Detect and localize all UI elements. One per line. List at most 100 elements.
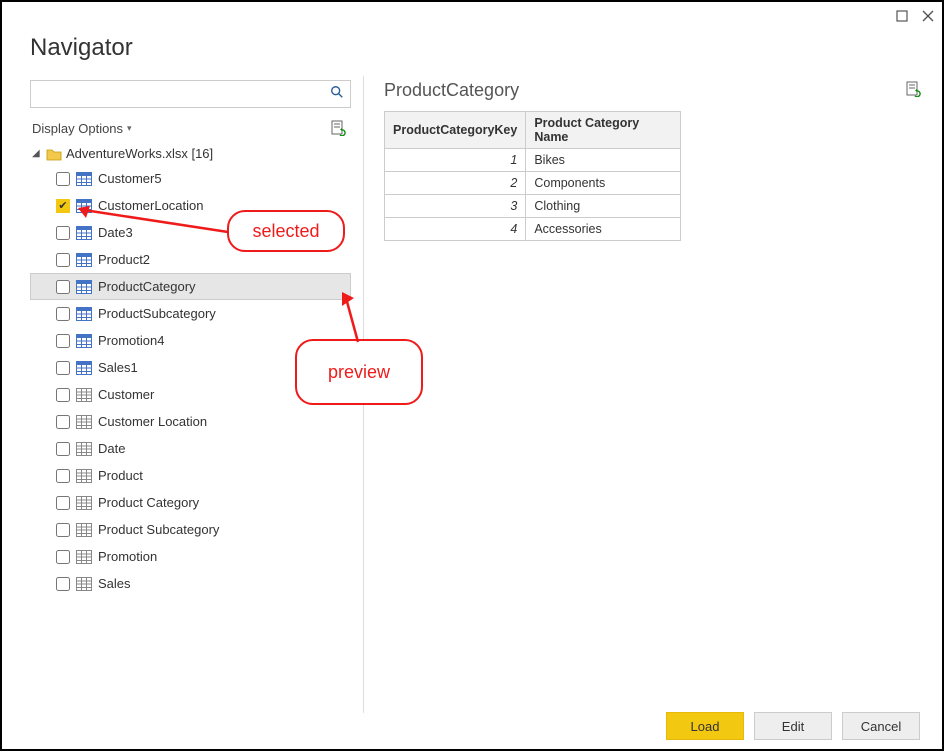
- tree-item-label: Date: [98, 441, 125, 456]
- tree-item-label: Product: [98, 468, 143, 483]
- table-icon: [76, 415, 92, 429]
- checkbox[interactable]: [56, 388, 70, 402]
- tree-item-label: Promotion: [98, 549, 157, 564]
- tree-item[interactable]: Customer5: [30, 165, 351, 192]
- table-icon: [76, 577, 92, 591]
- tree-item[interactable]: ProductCategory: [30, 273, 351, 300]
- tree-item-label: Date3: [98, 225, 133, 240]
- checkbox[interactable]: [56, 361, 70, 375]
- refresh-preview-icon[interactable]: [906, 81, 922, 100]
- tree-item-label: Product Category: [98, 495, 199, 510]
- checkbox[interactable]: [56, 523, 70, 537]
- checkbox[interactable]: [56, 226, 70, 240]
- table-icon: [76, 361, 92, 375]
- table-icon: [76, 226, 92, 240]
- column-header[interactable]: Product Category Name: [526, 112, 681, 149]
- refresh-preview-icon[interactable]: [331, 120, 347, 136]
- cell-key: 1: [385, 149, 526, 172]
- tree-item[interactable]: Product Subcategory: [30, 516, 351, 543]
- table-row[interactable]: 2Components: [385, 172, 681, 195]
- tree-item-label: CustomerLocation: [98, 198, 204, 213]
- tree-item-label: Promotion4: [98, 333, 164, 348]
- display-options-dropdown[interactable]: Display Options ▾: [32, 121, 132, 136]
- tree-item[interactable]: Promotion: [30, 543, 351, 570]
- checkbox[interactable]: [56, 415, 70, 429]
- preview-title: ProductCategory: [384, 80, 519, 101]
- tree-root-label: AdventureWorks.xlsx [16]: [66, 146, 213, 161]
- table-icon: [76, 469, 92, 483]
- main-area: Display Options ▾ ◢ AdventureWorks.xlsx …: [2, 76, 942, 713]
- tree-item-label: Product2: [98, 252, 150, 267]
- tree-item[interactable]: Customer: [30, 381, 351, 408]
- table-row[interactable]: 1Bikes: [385, 149, 681, 172]
- table-icon: [76, 280, 92, 294]
- tree-item-label: Sales: [98, 576, 131, 591]
- display-options-row: Display Options ▾: [30, 116, 351, 142]
- table-icon: [76, 388, 92, 402]
- table-icon: [76, 253, 92, 267]
- tree-root[interactable]: ◢ AdventureWorks.xlsx [16]: [30, 142, 351, 165]
- column-header[interactable]: ProductCategoryKey: [385, 112, 526, 149]
- tree-item-label: Customer Location: [98, 414, 207, 429]
- checkbox[interactable]: [56, 550, 70, 564]
- tree-item[interactable]: ✔ CustomerLocation: [30, 192, 351, 219]
- tree-item[interactable]: ProductSubcategory: [30, 300, 351, 327]
- maximize-button[interactable]: [894, 8, 910, 24]
- checkbox[interactable]: [56, 577, 70, 591]
- titlebar: [2, 2, 942, 30]
- search-icon[interactable]: [330, 85, 344, 103]
- checkbox[interactable]: [56, 496, 70, 510]
- checkbox[interactable]: [56, 172, 70, 186]
- table-row[interactable]: 3Clothing: [385, 195, 681, 218]
- folder-icon: [46, 147, 62, 161]
- cancel-button[interactable]: Cancel: [842, 712, 920, 740]
- tree: ◢ AdventureWorks.xlsx [16] Customer5 ✔ Cus…: [30, 142, 351, 597]
- checkbox[interactable]: [56, 280, 70, 294]
- tree-item-label: Customer5: [98, 171, 162, 186]
- tree-item[interactable]: Date: [30, 435, 351, 462]
- checkbox[interactable]: [56, 307, 70, 321]
- table-icon: [76, 199, 92, 213]
- table-icon: [76, 307, 92, 321]
- table-row[interactable]: 4Accessories: [385, 218, 681, 241]
- checkbox[interactable]: [56, 334, 70, 348]
- checkbox-checked[interactable]: ✔: [56, 199, 70, 213]
- tree-item[interactable]: Sales1: [30, 354, 351, 381]
- load-button[interactable]: Load: [666, 712, 744, 740]
- navigator-pane: Display Options ▾ ◢ AdventureWorks.xlsx …: [2, 76, 364, 713]
- tree-item-label: Customer: [98, 387, 154, 402]
- cell-name: Components: [526, 172, 681, 195]
- tree-item[interactable]: Date3: [30, 219, 351, 246]
- cell-key: 2: [385, 172, 526, 195]
- table-icon: [76, 334, 92, 348]
- checkbox[interactable]: [56, 253, 70, 267]
- cell-key: 4: [385, 218, 526, 241]
- tree-item[interactable]: Sales: [30, 570, 351, 597]
- table-icon: [76, 523, 92, 537]
- preview-title-row: ProductCategory: [384, 80, 922, 101]
- tree-item[interactable]: Promotion4: [30, 327, 351, 354]
- tree-item[interactable]: Product2: [30, 246, 351, 273]
- checkbox[interactable]: [56, 469, 70, 483]
- window-title: Navigator: [2, 30, 942, 76]
- cell-name: Accessories: [526, 218, 681, 241]
- table-icon: [76, 442, 92, 456]
- display-options-label: Display Options: [32, 121, 123, 136]
- preview-pane: ProductCategory ProductCategoryKey Produ…: [364, 76, 942, 713]
- edit-button[interactable]: Edit: [754, 712, 832, 740]
- checkbox[interactable]: [56, 442, 70, 456]
- tree-item[interactable]: Customer Location: [30, 408, 351, 435]
- tree-item[interactable]: Product Category: [30, 489, 351, 516]
- tree-item[interactable]: Product: [30, 462, 351, 489]
- tree-item-label: ProductSubcategory: [98, 306, 216, 321]
- search-input[interactable]: [37, 87, 330, 102]
- table-icon: [76, 172, 92, 186]
- table-icon: [76, 496, 92, 510]
- expander-icon[interactable]: ◢: [32, 148, 42, 159]
- cell-name: Bikes: [526, 149, 681, 172]
- cell-key: 3: [385, 195, 526, 218]
- close-button[interactable]: [920, 8, 936, 24]
- cell-name: Clothing: [526, 195, 681, 218]
- tree-item-label: ProductCategory: [98, 279, 196, 294]
- footer: Load Edit Cancel: [2, 703, 942, 749]
